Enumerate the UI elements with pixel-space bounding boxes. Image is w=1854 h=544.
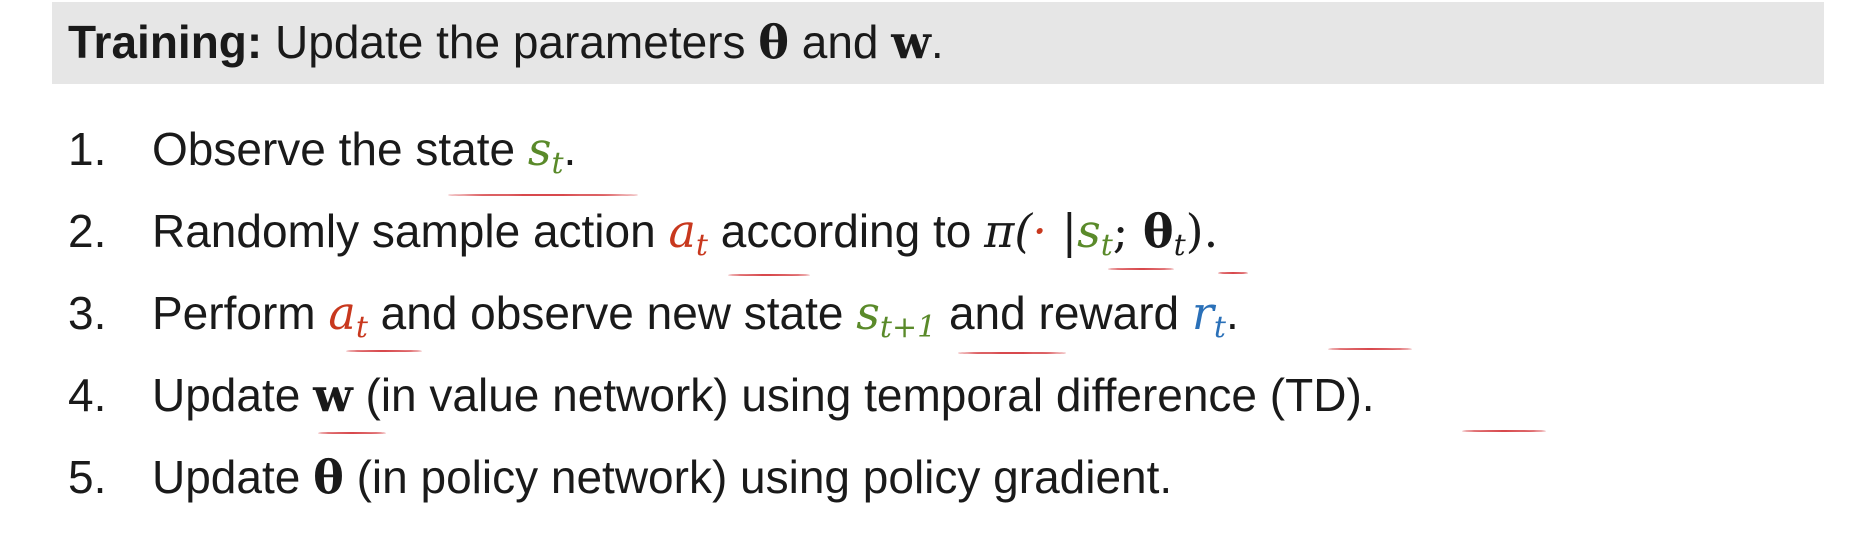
policy-symbol: π( xyxy=(984,204,1033,258)
state-symbol: st xyxy=(527,122,564,181)
dot-symbol: · xyxy=(1032,204,1047,258)
step-number: 4. xyxy=(68,369,107,421)
annotation-underline xyxy=(728,274,810,276)
step-number: 2. xyxy=(68,205,107,257)
action-symbol: at xyxy=(668,204,708,263)
step-2: 2. Randomly sample action at according to… xyxy=(68,190,1375,272)
annotation-underline xyxy=(318,432,386,434)
step-text: Perform xyxy=(152,287,329,339)
step-1: 1. Observe the state st. xyxy=(68,108,1375,190)
slide-header: Training: Update the parameters θ and w. xyxy=(68,14,944,70)
td-abbreviation: TD xyxy=(1285,369,1347,421)
step-text: Update xyxy=(152,369,314,421)
header-label: Training: xyxy=(68,16,263,68)
step-number: 1. xyxy=(68,123,107,175)
annotation-underline xyxy=(1108,268,1174,270)
step-text: according to xyxy=(707,205,985,257)
theta-symbol: θt xyxy=(1142,204,1186,263)
next-state-symbol: st+1 xyxy=(856,286,937,345)
annotation-underline xyxy=(1328,348,1412,350)
header-period: . xyxy=(930,16,944,68)
step-3: 3. Perform at and observe new state st+1 … xyxy=(68,272,1375,354)
state-symbol: st xyxy=(1077,204,1113,263)
header-and: and xyxy=(788,16,892,68)
step-5: 5. Update θ (in policy network) using pol… xyxy=(68,436,1375,518)
step-number: 5. xyxy=(68,451,107,503)
step-text: Update xyxy=(152,451,314,503)
step-4: 4. Update w (in value network) using temp… xyxy=(68,354,1375,436)
reward-symbol: rt xyxy=(1191,286,1226,345)
training-steps-list: 1. Observe the state st. 2. Randomly sampl… xyxy=(68,108,1375,518)
step-text: and reward xyxy=(936,287,1192,339)
step-text: Observe the state xyxy=(152,123,528,175)
step-text: (in value network) using temporal differ… xyxy=(352,369,1286,421)
header-w-symbol: w xyxy=(891,15,931,69)
theta-symbol: θ xyxy=(313,450,344,504)
header-theta-symbol: θ xyxy=(758,15,789,69)
step-text: Randomly sample action xyxy=(152,205,669,257)
step-text: (in policy network) using policy gradien… xyxy=(343,451,1173,503)
step-number: 3. xyxy=(68,287,107,339)
w-symbol: w xyxy=(313,368,353,422)
annotation-underline xyxy=(958,352,1066,354)
annotation-underline xyxy=(346,350,422,352)
annotation-underline xyxy=(1462,430,1546,432)
annotation-underline xyxy=(448,194,638,196)
action-symbol: at xyxy=(328,286,368,345)
header-text: Update the parameters xyxy=(262,16,759,68)
step-text: and observe new state xyxy=(367,287,857,339)
annotation-underline xyxy=(1218,272,1248,274)
